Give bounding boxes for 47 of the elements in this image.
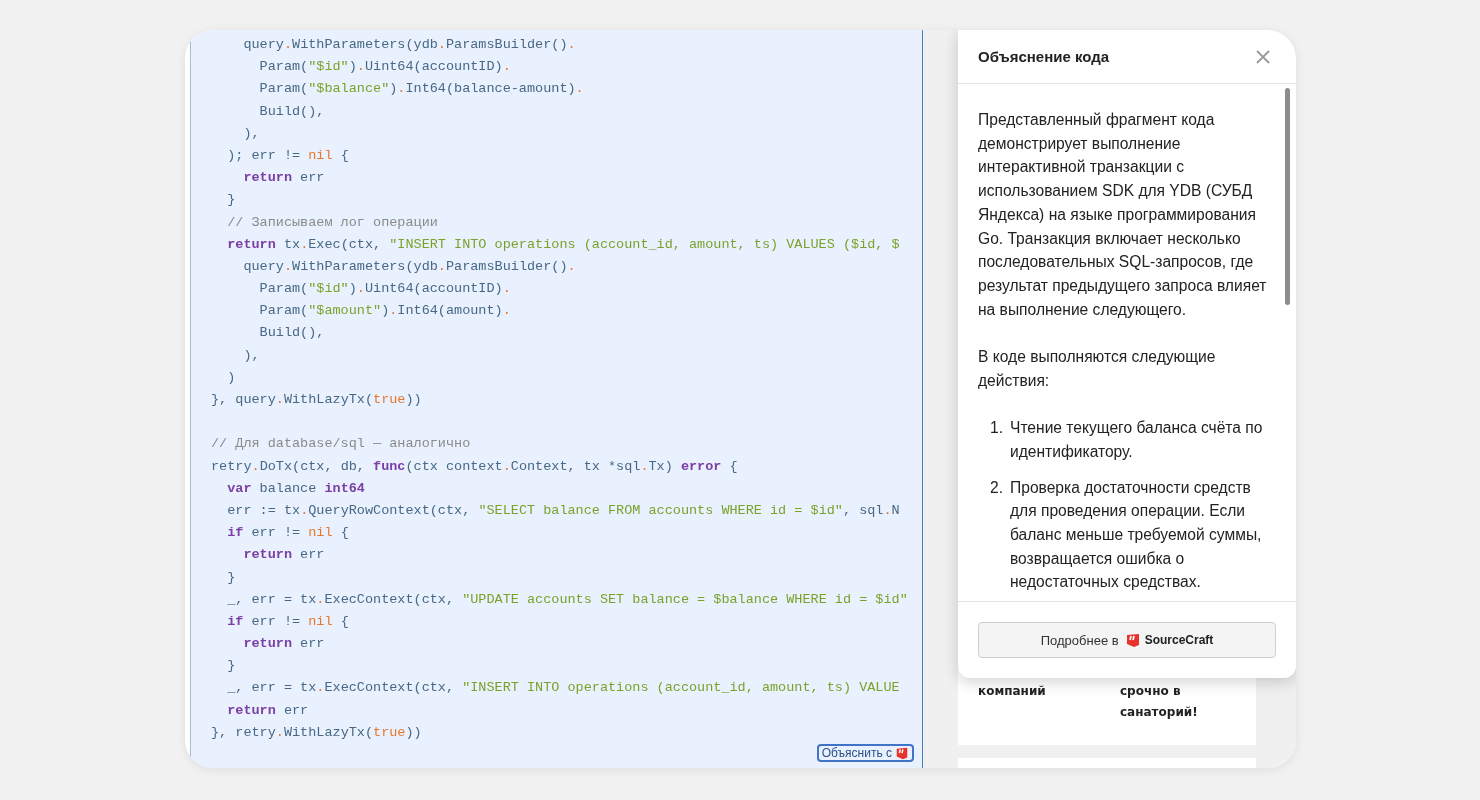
code-line: Param("$id").Uint64(accountID). — [258, 58, 512, 77]
code-line: } — [226, 657, 237, 676]
code-line: return tx.Exec(ctx, "INSERT INTO operations (account_id, amount, ts) VALUES ($id, $ — [226, 235, 901, 254]
code-line: query.WithParameters(ydb.ParamsBuilder(). — [242, 257, 577, 276]
popup-title: Объяснение кода — [978, 48, 1110, 65]
list-item-text: Чтение текущего баланса счёта по идентификатору. — [1010, 418, 1264, 462]
code-line: err := tx.QueryRowContext(ctx, "SELECT balance FROM accounts WHERE id = $id", sql.N — [226, 501, 901, 520]
explain-button[interactable]: Объяснить с — [816, 744, 914, 762]
explanation-paragraph: В коде выполняются следующие действия: — [978, 347, 1217, 391]
code-line: return err — [226, 701, 310, 720]
code-line: }, retry.WithLazyTx(true)) — [211, 723, 423, 742]
code-line: return err — [242, 635, 326, 654]
logo-icon — [895, 746, 909, 760]
list-item-text: Проверка достаточности средств для проведения операции. Если баланс меньше требуемой суммы, возвращается ошибка о недостаточных средствах. — [1010, 477, 1263, 593]
close-icon — [1256, 49, 1270, 64]
code-line: if err != nil { — [226, 524, 350, 543]
code-line: return err — [242, 169, 326, 188]
code-line: query.WithParameters(ydb.ParamsBuilder(). — [242, 36, 577, 54]
code-line: } — [226, 191, 237, 210]
code-line: ); err != nil { — [226, 146, 350, 165]
code-line: // Для database/sql — аналогично — [211, 435, 472, 454]
code-line: } — [226, 568, 237, 587]
code-line: Build(), — [258, 102, 326, 121]
scrollbar-thumb[interactable] — [1285, 88, 1290, 305]
code-line: _, err = tx.ExecContext(ctx, "UPDATE accounts SET balance = $balance WHERE id = $id" — [226, 590, 909, 609]
code-line: retry.DoTx(ctx, db, func(ctx context.Context, tx *sql.Tx) error { — [211, 457, 739, 476]
code-line: _, err = tx.ExecContext(ctx, "INSERT INTO operations (account_id, amount, ts) VALUE — [226, 679, 901, 698]
code-line: ) — [226, 368, 237, 387]
list-number: 1. — [990, 418, 1004, 439]
close-button[interactable] — [1254, 47, 1272, 66]
article-title[interactable]: компаний — [978, 681, 1120, 723]
explanation-paragraph: Представленный фрагмент кода демонстрирует выполнение интерактивной транзакции с использованием SDK для YDB (СУБД Яндекса) на языке программирования Go. Транзакция включает несколько последовательных SQL-запросов, где результат предыдущего запроса влияет на выполнение следующего. — [978, 110, 1268, 320]
code-line: ), — [242, 346, 261, 365]
code-line: return err — [242, 546, 326, 565]
logo-icon — [1124, 632, 1141, 648]
list-number: 2. — [990, 477, 1004, 498]
code-line: Param("$balance").Int64(balance-amount). — [258, 80, 585, 99]
more-button[interactable]: Подробнее в SourceCraft — [978, 622, 1276, 658]
code-line: Param("$id").Uint64(accountID). — [258, 280, 512, 299]
code-line: if err != nil { — [226, 612, 350, 631]
code-line: Param("$amount").Int64(amount). — [258, 302, 512, 321]
article-title[interactable]: срочно в санаторий! — [1120, 681, 1230, 723]
code-line: Build(), — [258, 324, 326, 343]
code-line: var balance int64 — [226, 479, 366, 498]
code-line: // Записываем лог операции — [226, 213, 439, 232]
code-line: ), — [242, 124, 261, 143]
code-line: }, query.WithLazyTx(true)) — [211, 391, 423, 409]
